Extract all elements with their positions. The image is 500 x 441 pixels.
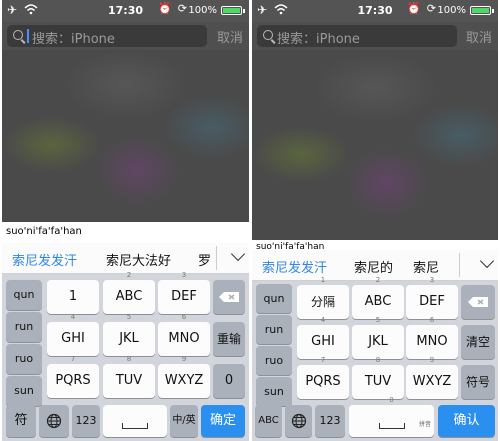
key-abc[interactable]: 2 ABC — [103, 271, 155, 314]
key-def[interactable]: 3 DEF — [406, 276, 458, 319]
battery-icon — [470, 6, 491, 15]
key-pqrs[interactable]: 7 PQRS — [297, 356, 349, 399]
blurred-background — [2, 50, 249, 222]
globe-icon — [291, 413, 306, 429]
key-jkl[interactable]: 5 JKL — [103, 313, 155, 356]
blurred-background — [252, 50, 498, 240]
rotation-lock-icon: ⟳ — [426, 2, 436, 15]
key-def[interactable]: 3 DEF — [158, 271, 210, 314]
key-wxyz[interactable]: 9 WXYZ — [406, 356, 458, 399]
pinyin-composition: suo'ni'fa'fa'han — [6, 226, 82, 237]
search-placeholder: 搜索：iPhone — [277, 32, 360, 47]
key-wxyz[interactable]: 9 WXYZ — [158, 355, 210, 398]
globe-icon — [46, 413, 62, 429]
candidate-item[interactable]: 索尼 — [413, 257, 439, 276]
chevron-down-icon[interactable] — [230, 246, 246, 262]
right-screenshot: ✈ 17:30 ⏰ ⟳ 100% 搜索：iPhone 取消 suo'ni'fa'… — [252, 0, 498, 441]
space-pinyin-label: 拼音 — [418, 421, 431, 428]
candidate-item[interactable]: 罗 — [198, 250, 211, 269]
rotation-lock-icon: ⟳ — [177, 2, 187, 15]
key-0[interactable]: 0 — [213, 364, 245, 398]
candidate-item[interactable]: 索尼发发汗 — [12, 250, 77, 269]
key-tuv[interactable]: 8 TUV — [352, 356, 404, 399]
syllable-key[interactable]: ruo — [6, 344, 42, 374]
reset-key[interactable]: 重输 — [213, 322, 245, 356]
key-ghi[interactable]: 4 GHI — [47, 313, 99, 356]
battery-nub — [243, 9, 245, 13]
confirm-key[interactable]: 确定 — [201, 405, 245, 437]
search-icon — [263, 30, 273, 40]
syllable-key[interactable]: run — [256, 315, 292, 344]
key-separator[interactable]: 1 分隔 — [297, 276, 349, 319]
syllable-key[interactable]: qun — [256, 284, 292, 313]
text-cursor — [27, 29, 29, 43]
cancel-button[interactable]: 取消 — [217, 27, 243, 46]
numbers-key[interactable]: 123 — [315, 405, 345, 437]
syllable-key[interactable]: sun — [256, 377, 292, 406]
keyboard: qun run ruo sun 1 分隔 2 ABC 3 DEF 4 GHI 5 JKL … — [252, 276, 498, 441]
confirm-key[interactable]: 确认 — [438, 405, 495, 437]
backspace-icon — [468, 297, 488, 307]
search-bar: 搜索：iPhone — [252, 22, 498, 50]
cancel-button[interactable]: 取消 — [466, 27, 492, 46]
candidate-divider — [459, 253, 460, 277]
globe-key[interactable] — [285, 405, 312, 437]
key-jkl[interactable]: 5 JKL — [352, 316, 404, 359]
key-pqrs[interactable]: 7 PQRS — [47, 355, 99, 398]
language-toggle-key[interactable]: 中/英 — [170, 405, 198, 437]
candidate-item[interactable]: 索尼大法好 — [106, 250, 171, 269]
backspace-icon — [219, 292, 239, 302]
search-icon — [13, 30, 23, 40]
key-mno[interactable]: 6 MNO — [406, 316, 458, 359]
alarm-icon: ⏰ — [158, 2, 172, 15]
keyboard: qun run ruo sun 1 2 ABC 3 DEF 4 GHI 5 JKL 6M… — [2, 271, 249, 441]
key-1[interactable]: 1 — [47, 280, 99, 314]
numbers-key[interactable]: 123 — [72, 405, 100, 437]
chevron-down-icon[interactable] — [479, 253, 495, 269]
battery-percent: 100% — [188, 5, 217, 16]
left-screenshot: ✈ 17:30 ⏰ ⟳ 100% 搜索：iPhone 取消 suo'ni'fa'… — [2, 0, 249, 441]
battery-icon — [221, 6, 242, 15]
abc-key[interactable]: ABC — [255, 405, 282, 437]
globe-key[interactable] — [39, 405, 69, 437]
alarm-icon: ⏰ — [407, 2, 421, 15]
key-abc[interactable]: 2 ABC — [352, 276, 404, 319]
battery-nub — [492, 9, 494, 13]
symbol-key[interactable]: 符 — [6, 405, 36, 437]
syllable-key[interactable]: sun — [6, 376, 42, 406]
key-tuv[interactable]: 8 TUV — [103, 355, 155, 398]
symbols-key[interactable]: 符号 — [461, 365, 495, 399]
syllable-key[interactable]: qun — [6, 280, 42, 310]
battery-percent: 100% — [437, 5, 466, 16]
delete-key[interactable] — [213, 280, 245, 314]
search-input[interactable]: 搜索：iPhone — [7, 25, 207, 47]
key-ghi[interactable]: 4 GHI — [297, 316, 349, 359]
key-mno[interactable]: 6 MNO — [158, 313, 210, 356]
status-bar: ✈ 17:30 ⏰ ⟳ 100% — [2, 0, 249, 22]
clear-key[interactable]: 清空 — [461, 325, 495, 359]
delete-key[interactable] — [461, 285, 495, 319]
space-icon — [122, 423, 148, 429]
candidate-divider — [216, 246, 217, 270]
candidate-item[interactable]: 索尼的 — [354, 257, 393, 276]
search-input[interactable]: 搜索：iPhone — [257, 25, 457, 47]
syllable-key[interactable]: run — [6, 312, 42, 342]
search-bar: 搜索：iPhone — [2, 22, 249, 50]
syllable-key[interactable]: ruo — [256, 346, 292, 375]
candidate-item[interactable]: 索尼发发汗 — [262, 257, 327, 276]
status-bar: ✈ 17:30 ⏰ ⟳ 100% — [252, 0, 498, 22]
search-placeholder: 搜索：iPhone — [32, 32, 115, 47]
space-key[interactable]: 0 拼音 — [349, 396, 434, 437]
space-key[interactable] — [103, 405, 167, 437]
